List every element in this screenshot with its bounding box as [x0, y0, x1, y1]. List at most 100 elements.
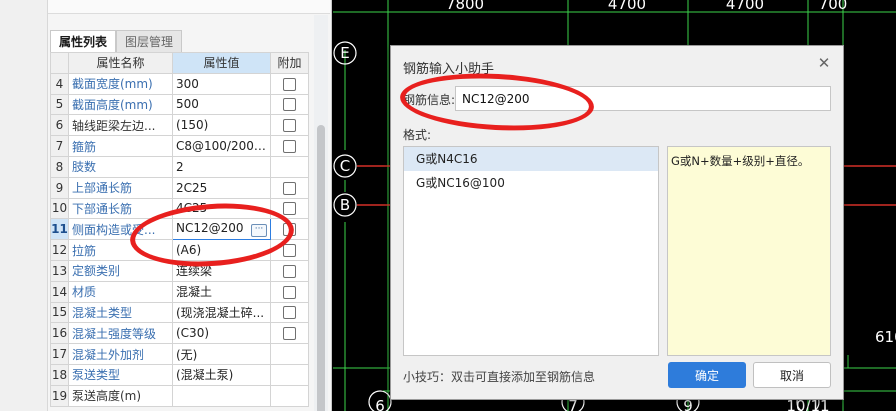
left-toolbar-strip — [0, 0, 48, 411]
property-value-text: (现浇混凝土碎... — [176, 305, 265, 320]
property-row[interactable]: 7 箍筋 C8@100/200(2) — [50, 135, 309, 157]
extra-checkbox[interactable] — [283, 285, 296, 299]
axis-label-e: E — [340, 44, 349, 62]
extra-checkbox[interactable] — [283, 327, 296, 341]
property-value-text: (150) — [176, 118, 209, 133]
property-value[interactable]: 混凝土 — [172, 280, 271, 303]
property-name: 混凝土外加剂 — [68, 343, 173, 365]
property-row[interactable]: 16 混凝土强度等级 (C30) — [50, 322, 309, 345]
property-value-text: (混凝土泵) — [176, 368, 234, 383]
axis-label-b: B — [340, 196, 350, 214]
dim-top-4: 700 — [819, 0, 848, 13]
ok-button[interactable]: 确定 — [668, 362, 746, 388]
property-name: 混凝土类型 — [68, 301, 173, 324]
row-number: 15 — [50, 301, 69, 324]
property-name: 材质 — [68, 280, 173, 303]
extra-checkbox[interactable] — [283, 98, 296, 112]
property-value-text: (C30) — [176, 326, 210, 341]
extra-checkbox[interactable] — [283, 244, 296, 258]
row-number: 19 — [50, 384, 69, 407]
property-value-text: 2C25 — [176, 180, 208, 195]
row-number: 11 — [50, 218, 69, 241]
dim-right: 610 — [875, 328, 896, 346]
property-value[interactable]: 2C25 — [172, 176, 271, 199]
row-number: 4 — [50, 72, 69, 95]
property-name: 泵送高度(m) — [68, 384, 173, 407]
property-name: 混凝土强度等级 — [68, 322, 173, 345]
property-row[interactable]: 14 材质 混凝土 — [50, 280, 309, 303]
property-name: 定额类别 — [68, 259, 173, 282]
property-extra-cell — [270, 259, 309, 282]
property-extra-cell — [270, 363, 309, 386]
property-name: 截面宽度(mm) — [68, 72, 173, 95]
extra-checkbox[interactable] — [283, 306, 296, 320]
close-icon[interactable]: ✕ — [817, 56, 831, 71]
property-name: 上部通长筋 — [68, 176, 173, 199]
extra-checkbox[interactable] — [283, 181, 296, 195]
property-row[interactable]: 15 混凝土类型 (现浇混凝土碎... — [50, 301, 309, 324]
row-number: 16 — [50, 322, 69, 345]
property-extra-cell — [270, 343, 309, 365]
property-value-text: C8@100/200(2) — [176, 139, 271, 154]
extra-checkbox[interactable] — [283, 77, 296, 91]
panel-tabs: 属性列表 图层管理 — [50, 30, 183, 52]
extra-checkbox[interactable] — [283, 119, 296, 133]
property-row[interactable]: 9 上部通长筋 2C25 — [50, 176, 309, 199]
cancel-button[interactable]: 取消 — [753, 362, 831, 388]
format-item[interactable]: G或NC16@100 — [404, 171, 658, 195]
dim-top-2: 4700 — [608, 0, 646, 13]
grid-header-row: 属性名称 属性值 附加 — [50, 52, 309, 74]
row-number: 10 — [50, 197, 69, 220]
format-list[interactable]: G或N4C16 G或NC16@100 — [403, 146, 659, 356]
property-row[interactable]: 5 截面高度(mm) 500 — [50, 93, 309, 116]
format-item[interactable]: G或N4C16 — [404, 147, 658, 171]
property-row[interactable]: 4 截面宽度(mm) 300 — [50, 72, 309, 95]
row-number: 12 — [50, 239, 69, 261]
property-value[interactable]: (现浇混凝土碎... — [172, 301, 271, 324]
property-value-text: 500 — [176, 97, 199, 112]
property-value[interactable] — [172, 384, 271, 407]
row-number: 13 — [50, 259, 69, 282]
property-value[interactable]: (无) — [172, 343, 271, 365]
property-value[interactable]: (C30) — [172, 322, 271, 345]
property-value[interactable]: 2 — [172, 155, 271, 178]
property-extra-cell — [270, 322, 309, 345]
extra-checkbox[interactable] — [283, 202, 296, 216]
row-number: 5 — [50, 93, 69, 116]
dim-top-3: 4700 — [726, 0, 764, 13]
panel-scrollbar-thumb[interactable] — [317, 125, 325, 411]
grid-header-extra: 附加 — [270, 52, 309, 74]
tab-property-list[interactable]: 属性列表 — [50, 30, 117, 52]
property-extra-cell — [270, 384, 309, 407]
property-value[interactable]: 300 — [172, 72, 271, 95]
property-value[interactable]: 500 — [172, 93, 271, 116]
extra-checkbox[interactable] — [283, 140, 296, 154]
property-value-text: 300 — [176, 76, 199, 91]
row-number: 8 — [50, 155, 69, 178]
row-number: 18 — [50, 363, 69, 386]
extra-checkbox[interactable] — [283, 264, 296, 278]
property-row[interactable]: 6 轴线距梁左边... (150) — [50, 114, 309, 137]
property-value-text: 混凝土 — [176, 285, 213, 300]
property-value[interactable]: (混凝土泵) — [172, 363, 271, 386]
property-name: 肢数 — [68, 155, 173, 178]
property-value[interactable]: (150) — [172, 114, 271, 137]
property-row[interactable]: 17 混凝土外加剂 (无) — [50, 343, 309, 365]
property-extra-cell — [270, 301, 309, 324]
property-row[interactable]: 18 泵送类型 (混凝土泵) — [50, 363, 309, 386]
property-extra-cell — [270, 72, 309, 95]
tab-layer-management[interactable]: 图层管理 — [116, 30, 183, 52]
panel-scrollbar[interactable] — [314, 15, 328, 411]
grid-header-num — [50, 52, 69, 74]
property-extra-cell — [270, 114, 309, 137]
grid-header-value: 属性值 — [172, 52, 271, 74]
property-row[interactable]: 8 肢数 2 — [50, 155, 309, 178]
property-row[interactable]: 19 泵送高度(m) — [50, 384, 309, 407]
property-value[interactable]: C8@100/200(2) — [172, 135, 271, 157]
property-name: 泵送类型 — [68, 363, 173, 386]
property-value-text: (无) — [176, 347, 198, 362]
row-number: 17 — [50, 343, 69, 365]
row-number: 7 — [50, 135, 69, 157]
format-description: G或N+数量+级别+直径。 — [667, 146, 831, 356]
dim-top-1: 7800 — [446, 0, 484, 13]
